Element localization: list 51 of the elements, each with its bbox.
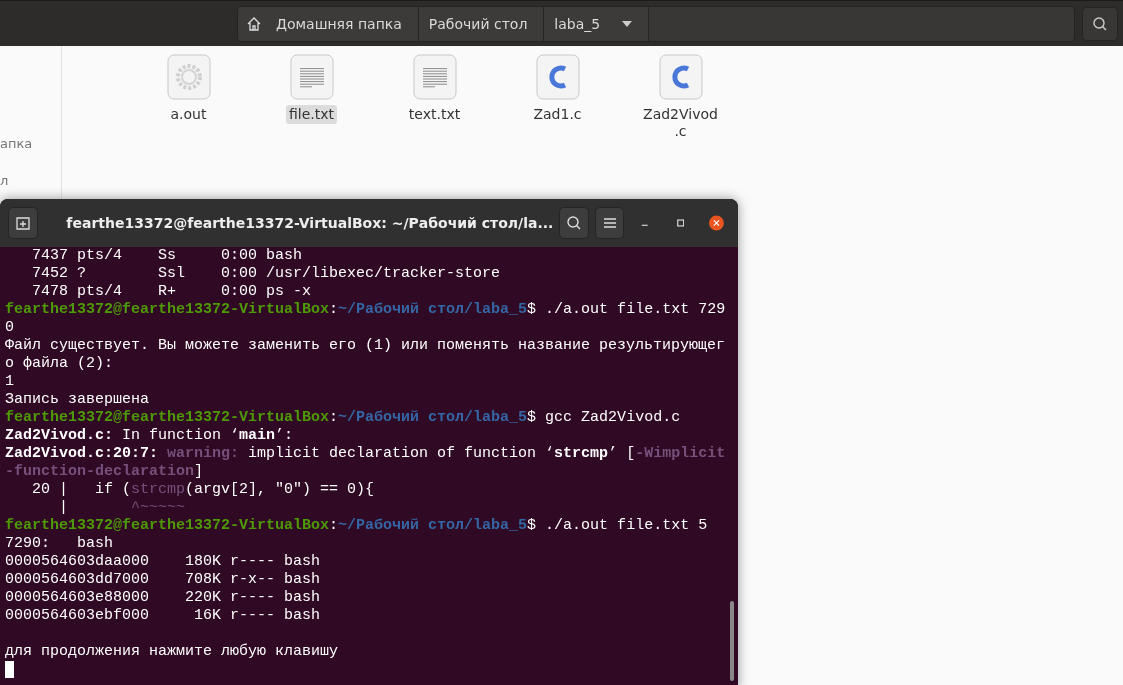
terminal-line: Zad2Vivod.c:20:7: warning: implicit declaration of function ‘strcmp’ [-Wimplicit — [5, 445, 727, 463]
terminal-line: 7478 pts/4 R+ 0:00 ps -x — [31, 283, 313, 301]
close-icon[interactable] — [709, 213, 724, 233]
file-name[interactable]: Zad2Vivod.c — [638, 105, 723, 141]
terminal-line: Файл существует. Вы можете заменить его (1) или поменять название результирующег — [5, 337, 727, 355]
caret-icon — [622, 20, 633, 27]
path-button[interactable]: laba_5 — [544, 6, 650, 41]
search-icon — [566, 215, 583, 231]
maximize-icon[interactable] — [676, 218, 685, 228]
terminal-line: для продолжения нажмите любую клавишу — [5, 642, 340, 661]
terminal-line: 0 — [5, 319, 15, 337]
file-name[interactable]: text.txt — [405, 105, 464, 124]
window-title: fearthe13372@fearthe13372-VirtualBox: ~/Рабочий стол/la... — [65, 215, 554, 231]
terminal-line: | ^~~~~~ — [58, 499, 187, 517]
menu-button[interactable] — [595, 207, 625, 239]
new-tab-button[interactable] — [8, 207, 39, 239]
text-cursor — [5, 661, 14, 678]
terminal-line: 0000564603e88000 220K r---- bash — [5, 589, 322, 607]
sidebar-item[interactable]: л — [0, 173, 9, 188]
search-button[interactable] — [559, 207, 590, 239]
c-file-icon[interactable] — [658, 54, 703, 100]
scrollbar[interactable] — [730, 601, 734, 681]
terminal-line: 20 | if (strcmp(argv[2], "0") == 0){ — [31, 481, 376, 499]
path-button[interactable]: Рабочий стол — [418, 6, 545, 41]
file-name[interactable]: Zad1.c — [530, 105, 585, 124]
menu-icon — [602, 217, 617, 229]
terminal-line: Запись завершена — [5, 391, 151, 409]
text-file-icon[interactable] — [289, 54, 334, 100]
terminal-line: о файла (2): — [5, 355, 115, 373]
search-icon — [1092, 15, 1108, 32]
terminal-line: Zad2Vivod.c: In function ‘main’: — [5, 427, 295, 445]
home-icon — [246, 15, 262, 32]
terminal-line: fearthe13372@fearthe13372-VirtualBox:~/Рабочий стол/laba_5$ ./a.out file.txt 5 — [5, 517, 709, 535]
terminal-line: 1 — [5, 373, 15, 391]
path-button[interactable]: Домашняя папка — [238, 6, 419, 41]
terminal-line: 0000564603dd7000 708K r-x-- bash — [5, 571, 322, 589]
terminal-line: 7437 pts/4 Ss 0:00 bash — [31, 247, 304, 265]
search-button[interactable] — [1082, 6, 1118, 41]
file-name[interactable]: file.txt — [285, 105, 337, 124]
file-name[interactable]: a.out — [167, 105, 210, 124]
text-file-icon[interactable] — [412, 54, 457, 100]
terminal-line: fearthe13372@fearthe13372-VirtualBox:~/Рабочий стол/laba_5$ gcc Zad2Vivod.c — [5, 409, 682, 427]
terminal-line: -function-declaration] — [5, 463, 205, 481]
sidebar-item[interactable]: апка — [0, 136, 33, 151]
terminal-line: 0000564603ebf000 16K r---- bash — [5, 607, 322, 625]
terminal-line: 7290: bash — [5, 535, 115, 553]
new-tab-icon — [15, 215, 32, 231]
terminal-line: 0000564603daa000 180K r---- bash — [5, 553, 322, 571]
terminal-line: 7452 ? Ssl 0:00 /usr/libexec/tracker-store — [31, 265, 502, 283]
c-file-icon[interactable] — [535, 54, 580, 100]
terminal-line: fearthe13372@fearthe13372-VirtualBox:~/Рабочий стол/laba_5$ ./a.out file.txt 729 — [5, 301, 727, 319]
